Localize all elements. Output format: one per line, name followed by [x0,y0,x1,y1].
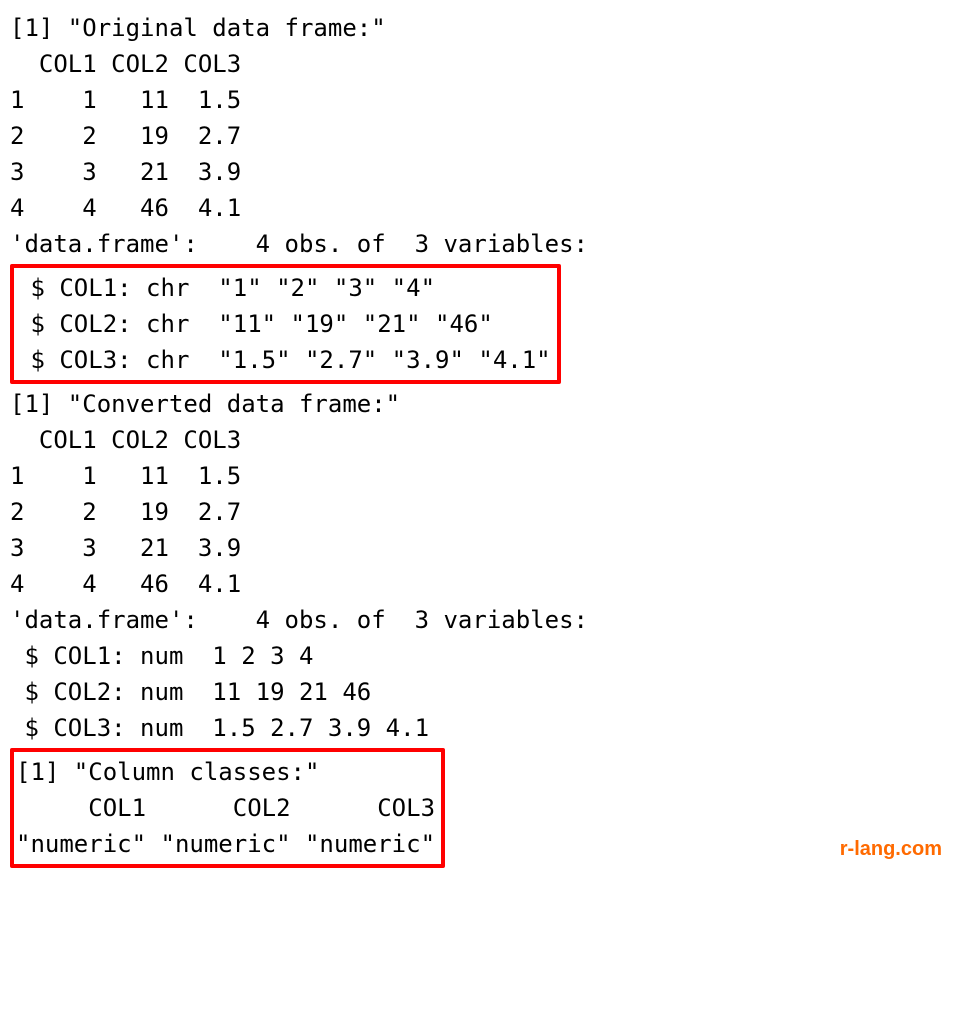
table1-row-1: 1 1 11 1.5 [10,82,948,118]
line-converted-title: [1] "Converted data frame:" [10,386,948,422]
table2-row-4: 4 4 46 4.1 [10,566,948,602]
classes-values: "numeric" "numeric" "numeric" [16,826,435,862]
str1-col2: $ COL2: chr "11" "19" "21" "46" [16,306,551,342]
table2-row-2: 2 2 19 2.7 [10,494,948,530]
table2-row-1: 1 1 11 1.5 [10,458,948,494]
table2-header: COL1 COL2 COL3 [10,422,948,458]
line-classes-title: [1] "Column classes:" [16,754,435,790]
watermark-text: r-lang.com [840,834,942,864]
str2-col2: $ COL2: num 11 19 21 46 [10,674,948,710]
table1-header: COL1 COL2 COL3 [10,46,948,82]
str1-col1: $ COL1: chr "1" "2" "3" "4" [16,270,551,306]
highlight-box-chr-types: $ COL1: chr "1" "2" "3" "4" $ COL2: chr … [10,264,561,384]
table2-row-3: 3 3 21 3.9 [10,530,948,566]
classes-header: COL1 COL2 COL3 [16,790,435,826]
table1-row-3: 3 3 21 3.9 [10,154,948,190]
str2-col1: $ COL1: num 1 2 3 4 [10,638,948,674]
table1-row-2: 2 2 19 2.7 [10,118,948,154]
line-original-title: [1] "Original data frame:" [10,10,948,46]
table1-row-4: 4 4 46 4.1 [10,190,948,226]
str1-header: 'data.frame': 4 obs. of 3 variables: [10,226,948,262]
str1-col3: $ COL3: chr "1.5" "2.7" "3.9" "4.1" [16,342,551,378]
str2-col3: $ COL3: num 1.5 2.7 3.9 4.1 [10,710,948,746]
str2-header: 'data.frame': 4 obs. of 3 variables: [10,602,948,638]
highlight-box-column-classes: [1] "Column classes:" COL1 COL2 COL3 "nu… [10,748,445,868]
